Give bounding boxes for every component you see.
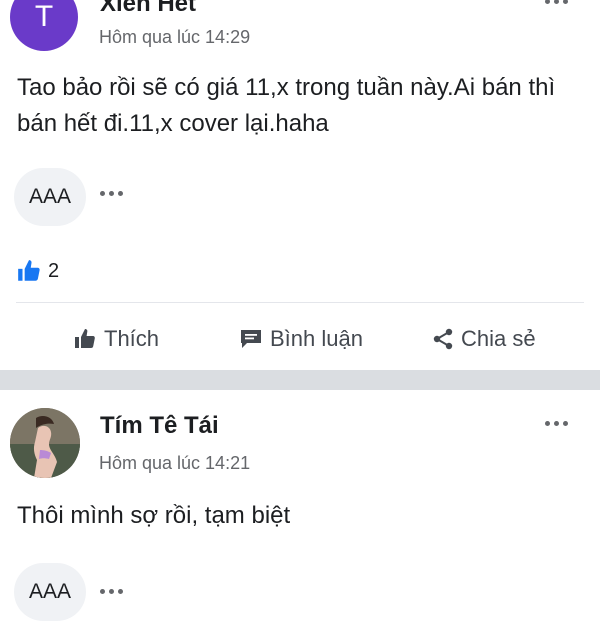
more-reactions-icon[interactable] xyxy=(100,191,123,196)
avatar-letter: T xyxy=(34,0,54,33)
thumbs-up-icon xyxy=(75,329,95,348)
comment-label: Bình luận xyxy=(270,326,363,351)
profile-photo-icon xyxy=(10,408,80,478)
author-name[interactable]: Tím Tê Tái xyxy=(100,412,219,440)
author-name[interactable]: Xiên Hết xyxy=(100,0,196,18)
post-timestamp[interactable]: Hôm qua lúc 14:29 xyxy=(99,27,250,48)
like-label: Thích xyxy=(104,326,160,351)
post-body: Tao bảo rồi sẽ có giá 11,x trong tuần nà… xyxy=(17,74,556,137)
share-label: Chia sẻ xyxy=(461,326,536,351)
reaction-pill[interactable]: AAA xyxy=(14,168,86,226)
share-icon xyxy=(433,328,453,350)
post-timestamp[interactable]: Hôm qua lúc 14:21 xyxy=(99,453,250,474)
like-button[interactable]: Thích xyxy=(72,326,159,352)
reaction-pill[interactable]: AAA xyxy=(14,563,86,621)
author-avatar[interactable] xyxy=(10,408,80,478)
actions-separator xyxy=(16,302,584,303)
like-summary[interactable]: 2 xyxy=(16,258,59,284)
comment-button[interactable]: Bình luận xyxy=(238,326,363,352)
reaction-pill-label: AAA xyxy=(28,580,72,603)
post-divider xyxy=(0,370,600,390)
comment-icon xyxy=(241,330,261,348)
post-menu-icon[interactable] xyxy=(545,0,568,4)
like-count-icon xyxy=(18,260,40,281)
author-avatar[interactable]: T xyxy=(10,0,78,51)
more-reactions-icon[interactable] xyxy=(100,589,123,594)
reaction-pill-label: AAA xyxy=(28,185,72,208)
post-body: Thôi mình sợ rồi, tạm biệt xyxy=(17,502,291,529)
share-button[interactable]: Chia sẻ xyxy=(431,326,536,352)
like-count: 2 xyxy=(48,259,60,282)
post-menu-icon[interactable] xyxy=(545,421,568,426)
